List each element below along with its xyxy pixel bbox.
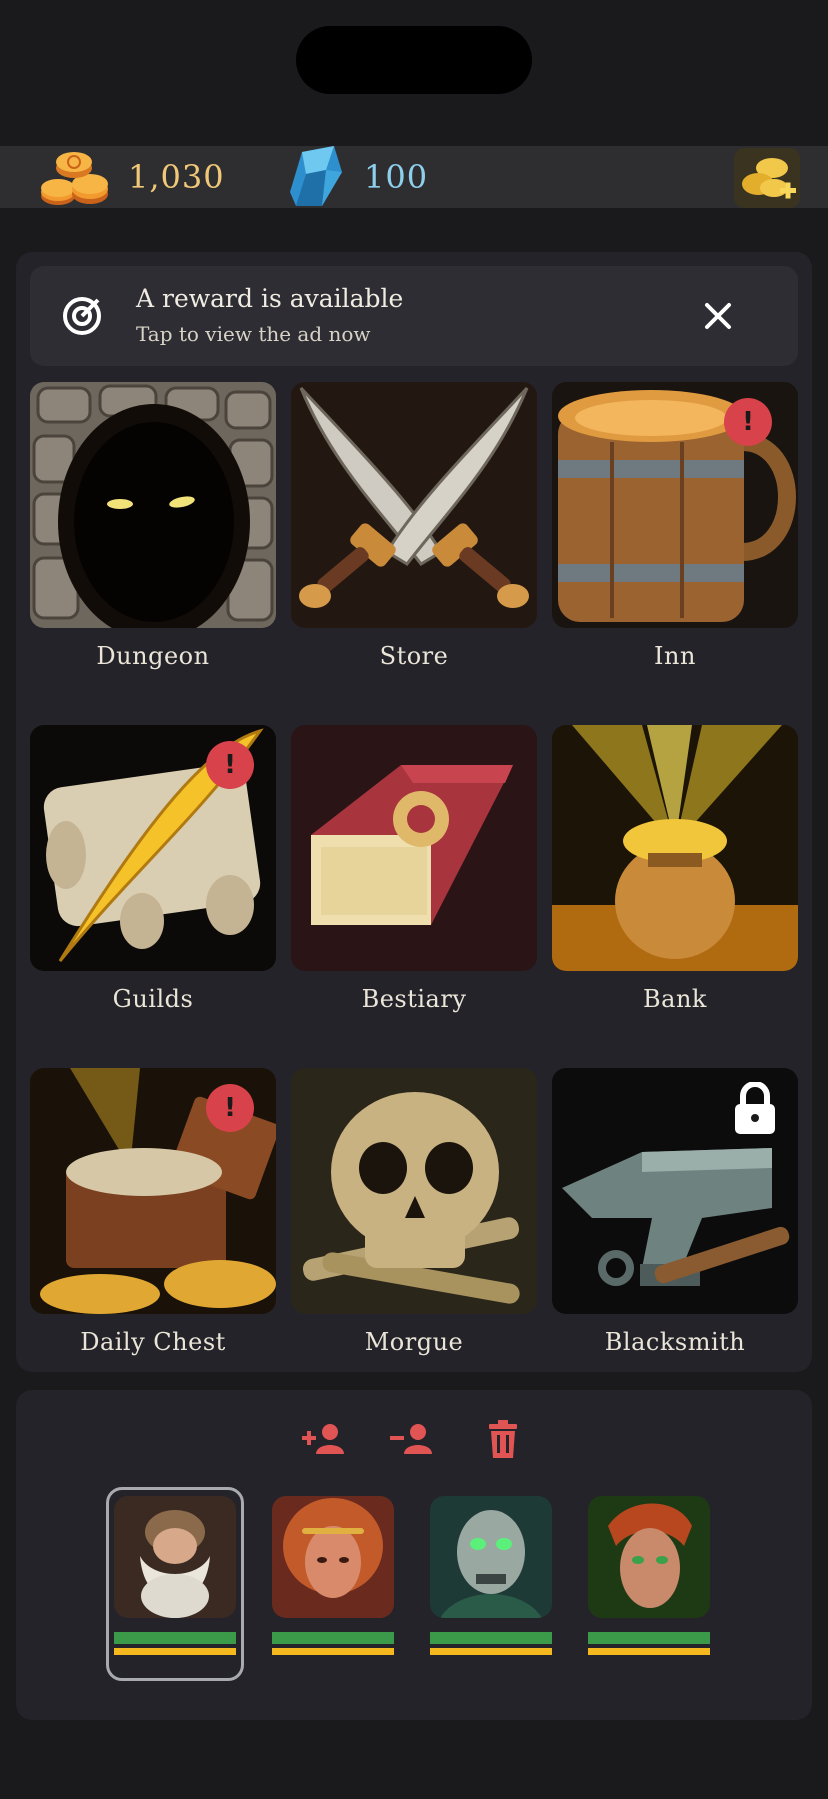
dwarf-portrait: [114, 1496, 236, 1618]
skull-icon: [291, 1068, 537, 1314]
gold-counter: 1,030: [38, 146, 225, 208]
morgue-tile[interactable]: Morgue: [291, 1068, 537, 1356]
xp-bar: [114, 1648, 236, 1655]
bestiary-tile[interactable]: Bestiary: [291, 725, 537, 1013]
xp-bar: [272, 1648, 394, 1655]
remove-member-button[interactable]: [388, 1414, 438, 1464]
hp-bar: [272, 1632, 394, 1644]
currency-bar: 1,030 100: [0, 146, 828, 208]
reward-title: A reward is available: [136, 284, 404, 313]
gem-counter: 100: [282, 146, 428, 208]
reward-subtitle: Tap to view the ad now: [136, 322, 371, 346]
treasure-chest-icon: !: [30, 1068, 276, 1314]
tankard-icon: !: [552, 382, 798, 628]
party-member-3[interactable]: [430, 1496, 552, 1655]
guilds-label: Guilds: [112, 985, 194, 1013]
dungeon-tile[interactable]: Dungeon: [30, 382, 276, 670]
close-reward-button[interactable]: [694, 292, 742, 340]
blue-crystal-icon: [290, 146, 342, 206]
gem-amount: 100: [364, 158, 429, 196]
party-member-1[interactable]: [114, 1496, 236, 1655]
remove-member-icon: [390, 1424, 432, 1454]
store-label: Store: [379, 642, 449, 670]
dungeon-icon: [30, 382, 276, 628]
blacksmith-label: Blacksmith: [604, 1328, 746, 1356]
buy-gold-icon: [734, 148, 800, 208]
party-member-2[interactable]: [272, 1496, 394, 1655]
daily-chest-label: Daily Chest: [80, 1328, 226, 1356]
morgue-label: Morgue: [364, 1328, 464, 1356]
hp-bar: [114, 1632, 236, 1644]
bank-label: Bank: [643, 985, 707, 1013]
device-notch: [296, 26, 532, 94]
alert-badge: !: [206, 1084, 254, 1132]
guilds-tile[interactable]: ! Guilds: [30, 725, 276, 1013]
red-book-icon: [291, 725, 537, 971]
gold-sack-icon: [552, 725, 798, 971]
crossed-swords-icon: [291, 382, 537, 628]
alert-badge: !: [724, 398, 772, 446]
buy-gold-button[interactable]: [734, 148, 800, 208]
blacksmith-tile[interactable]: Blacksmith: [552, 1068, 798, 1356]
gold-coins-icon: [41, 152, 108, 205]
add-member-icon: [302, 1424, 344, 1454]
undead-portrait: [430, 1496, 552, 1618]
reward-banner[interactable]: A reward is available Tap to view the ad…: [30, 266, 798, 366]
dungeon-label: Dungeon: [96, 642, 210, 670]
hp-bar: [588, 1632, 710, 1644]
bestiary-label: Bestiary: [361, 985, 467, 1013]
anvil-icon: [552, 1068, 798, 1314]
daily-chest-tile[interactable]: ! Daily Chest: [30, 1068, 276, 1356]
inn-label: Inn: [654, 642, 696, 670]
trash-icon: [489, 1420, 517, 1458]
scroll-quill-icon: !: [30, 725, 276, 971]
add-member-button[interactable]: [300, 1414, 350, 1464]
hp-bar: [430, 1632, 552, 1644]
inn-tile[interactable]: ! Inn: [552, 382, 798, 670]
party-actions: [300, 1414, 530, 1464]
party-member-4[interactable]: [588, 1496, 710, 1655]
xp-bar: [588, 1648, 710, 1655]
lock-icon: [734, 1082, 776, 1134]
elf-ranger-portrait: [588, 1496, 710, 1618]
store-tile[interactable]: Store: [291, 382, 537, 670]
close-icon: [705, 303, 731, 329]
delete-member-button[interactable]: [478, 1414, 528, 1464]
target-icon: [60, 294, 104, 338]
alert-badge: !: [206, 741, 254, 789]
gold-amount: 1,030: [128, 158, 225, 196]
xp-bar: [430, 1648, 552, 1655]
elf-woman-portrait: [272, 1496, 394, 1618]
bank-tile[interactable]: Bank: [552, 725, 798, 1013]
